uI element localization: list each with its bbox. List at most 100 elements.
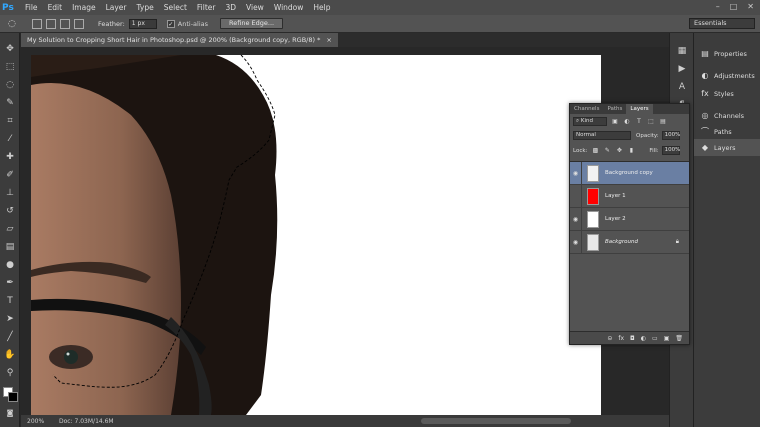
visibility-eye-icon[interactable]: ◉	[570, 230, 582, 254]
subtract-selection-icon[interactable]	[60, 18, 70, 29]
document-tab[interactable]: My Solution to Cropping Short Hair in Ph…	[21, 33, 338, 47]
path-select-tool-icon[interactable]: ➤	[4, 313, 16, 325]
menu-file[interactable]: File	[20, 3, 43, 12]
filter-kind-select[interactable]: ⌕ Kind	[573, 117, 607, 126]
tab-layers[interactable]: Layers	[626, 104, 653, 114]
visibility-eye-icon[interactable]: ◉	[570, 207, 582, 231]
menu-filter[interactable]: Filter	[192, 3, 221, 12]
type-tool-icon[interactable]: T	[4, 295, 16, 307]
quick-mask-icon[interactable]: ◙	[4, 407, 16, 419]
history-brush-icon[interactable]: ↺	[4, 205, 16, 217]
layer-row[interactable]: ◉ Background copy	[570, 161, 689, 185]
pen-tool-icon[interactable]: ✒	[4, 277, 16, 289]
history-panel-icon[interactable]: ▦	[676, 45, 688, 57]
smart-object-filter-icon[interactable]: ▤	[659, 118, 667, 126]
visibility-eye-icon[interactable]: ◉	[570, 161, 582, 185]
dock-adjustments[interactable]: ◐ Adjustments	[694, 67, 760, 84]
photoshop-logo: Ps	[2, 2, 14, 13]
lasso-tool-icon[interactable]: ◌	[8, 19, 18, 29]
blend-mode-select[interactable]: Normal	[573, 131, 631, 140]
new-group-icon[interactable]: ▭	[652, 335, 658, 342]
close-window-button[interactable]: ✕	[747, 2, 754, 11]
menu-layer[interactable]: Layer	[101, 3, 132, 12]
layer-thumbnail	[587, 187, 599, 205]
lock-position-icon[interactable]: ✥	[615, 147, 623, 155]
opacity-input[interactable]: 100%	[661, 131, 680, 140]
pixel-filter-icon[interactable]: ▣	[611, 118, 619, 126]
gradient-tool-icon[interactable]: ▤	[4, 241, 16, 253]
actions-panel-icon[interactable]: ▶	[676, 63, 688, 75]
menu-view[interactable]: View	[241, 3, 269, 12]
menu-image[interactable]: Image	[67, 3, 101, 12]
shape-tool-icon[interactable]: ╱	[4, 331, 16, 343]
tab-channels[interactable]: Channels	[570, 104, 603, 114]
add-selection-icon[interactable]	[46, 18, 56, 29]
stamp-tool-icon[interactable]: ⊥	[4, 187, 16, 199]
adjustment-layer-icon[interactable]: ◐	[641, 335, 646, 342]
filter-row: ⌕ Kind ▣ ◐ T ⬚ ▤	[573, 117, 667, 126]
add-mask-icon[interactable]: ◘	[630, 335, 635, 342]
brush-tool-icon[interactable]: ✐	[4, 169, 16, 181]
menu-help[interactable]: Help	[308, 3, 335, 12]
layers-icon: ◆	[701, 142, 709, 152]
menu-3d[interactable]: 3D	[220, 3, 241, 12]
dodge-tool-icon[interactable]: ●	[4, 259, 16, 271]
dock-layers[interactable]: ◆ Layers	[694, 139, 760, 156]
menu-type[interactable]: Type	[132, 3, 159, 12]
visibility-eye-icon[interactable]: ◉	[570, 184, 582, 208]
dock-channels[interactable]: ◎ Channels	[694, 107, 760, 124]
crop-tool-icon[interactable]: ⌗	[4, 115, 16, 127]
layer-style-icon[interactable]: fx	[618, 335, 624, 342]
minimize-button[interactable]: –	[716, 2, 720, 11]
eraser-tool-icon[interactable]: ▱	[4, 223, 16, 235]
quick-select-tool-icon[interactable]: ✎	[4, 97, 16, 109]
new-layer-icon[interactable]: ▣	[664, 335, 670, 342]
horizontal-scrollbar[interactable]	[421, 418, 571, 424]
dock-styles[interactable]: fx Styles	[694, 85, 760, 102]
dock-label: Layers	[714, 143, 736, 152]
document-size-info[interactable]: Doc: 7.03M/14.6M	[59, 418, 114, 425]
refine-edge-button[interactable]: Refine Edge...	[220, 18, 284, 29]
menu-edit[interactable]: Edit	[43, 3, 68, 12]
maximize-button[interactable]: □	[730, 2, 738, 11]
lasso-tool-icon[interactable]: ◌	[4, 79, 16, 91]
layers-panel-footer: ⊝ fx ◘ ◐ ▭ ▣ 🗑︎	[570, 331, 689, 344]
background-color-swatch[interactable]	[8, 392, 18, 402]
layer-row[interactable]: ◉ Layer 2	[570, 207, 689, 231]
lock-all-icon[interactable]: ▮	[627, 147, 635, 155]
dock-properties[interactable]: ▤ Properties	[694, 45, 760, 62]
eyedropper-tool-icon[interactable]: ⁄	[4, 133, 16, 145]
layer-row[interactable]: ◉ Background 🔒︎	[570, 230, 689, 254]
new-selection-icon[interactable]	[32, 18, 42, 29]
dock-paths[interactable]: ⌒ Paths	[694, 123, 760, 140]
character-panel-icon[interactable]: A	[676, 81, 688, 93]
fill-input[interactable]: 100%	[661, 146, 680, 155]
type-filter-icon[interactable]: T	[635, 118, 643, 126]
menu-select[interactable]: Select	[159, 3, 192, 12]
lock-transparent-icon[interactable]: ▩	[591, 147, 599, 155]
antialias-checkbox[interactable]: ✓	[166, 19, 175, 28]
move-tool-icon[interactable]: ✥	[4, 43, 16, 55]
hand-tool-icon[interactable]: ✋	[4, 349, 16, 361]
tab-paths[interactable]: Paths	[603, 104, 626, 114]
link-layers-icon[interactable]: ⊝	[607, 335, 612, 342]
intersect-selection-icon[interactable]	[74, 18, 84, 29]
window-controls: – □ ✕	[716, 2, 754, 11]
adjustment-filter-icon[interactable]: ◐	[623, 118, 631, 126]
healing-tool-icon[interactable]: ✚	[4, 151, 16, 163]
marquee-tool-icon[interactable]: ⬚	[4, 61, 16, 73]
dock-label: Styles	[714, 89, 734, 98]
workspace-select[interactable]: Essentials	[689, 18, 755, 29]
shape-filter-icon[interactable]: ⬚	[647, 118, 655, 126]
menu-window[interactable]: Window	[269, 3, 309, 12]
tool-bar: ✥ ⬚ ◌ ✎ ⌗ ⁄ ✚ ✐ ⊥ ↺ ▱ ▤ ● ✒ T ➤ ╱ ✋ ⚲ ◙	[0, 33, 20, 427]
document-canvas[interactable]	[31, 55, 601, 415]
layer-row[interactable]: ◉ Layer 1	[570, 184, 689, 208]
zoom-level[interactable]: 200%	[27, 418, 49, 425]
feather-input[interactable]	[128, 18, 157, 29]
delete-layer-icon[interactable]: 🗑︎	[675, 335, 683, 342]
close-tab-icon[interactable]: ×	[326, 33, 331, 47]
lock-image-icon[interactable]: ✎	[603, 147, 611, 155]
zoom-tool-icon[interactable]: ⚲	[4, 367, 16, 379]
lock-label: Lock:	[573, 147, 588, 154]
